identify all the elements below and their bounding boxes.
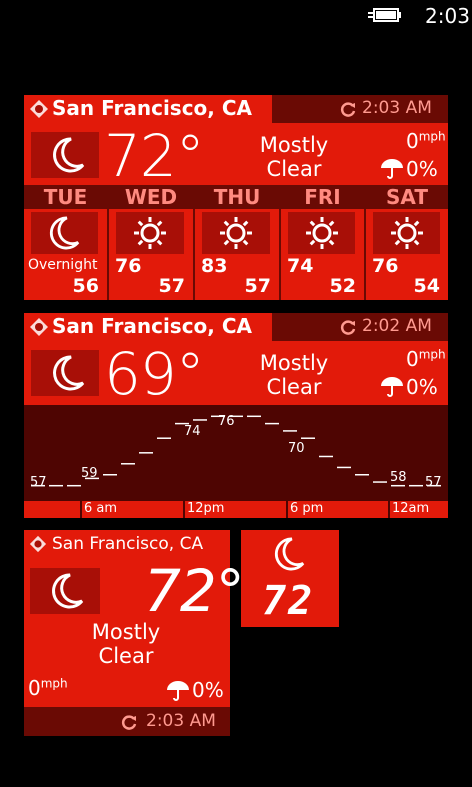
wind: 0mph [28,676,68,700]
time-tick: 12pm [187,501,225,516]
moon-icon [52,573,84,609]
location-icon [30,318,48,336]
sun-icon [391,217,423,249]
forecast-day[interactable]: SAT 76 54 [366,185,448,300]
day-high: 76 [115,255,142,277]
day-low: 57 [244,275,271,297]
updated-time: 2:03 AM [146,711,216,731]
chart-label: 57 [30,475,47,490]
day-low: 56 [72,275,99,297]
city-name: San Francisco, CA [52,314,253,338]
precip-chance: 0% [406,375,438,399]
condition: Mostly Clear [91,620,161,668]
sun-icon [134,217,166,249]
forecast-day[interactable]: THU 83 57 [195,185,279,300]
city-name: San Francisco, CA [52,96,253,120]
weather-tile-hourly[interactable]: San Francisco, CA 2:02 AM 69° Mostly Cle… [24,313,448,518]
umbrella-icon [381,377,403,397]
moon-icon [53,137,85,173]
status-time: 2:03 [425,4,470,28]
hourly-chart-svg [31,415,441,487]
hourly-chart: 57 59 74 76 70 58 57 [24,405,448,501]
day-high: 76 [372,255,399,277]
precip-chance: 0% [406,157,438,181]
battery-charging-icon [368,8,401,22]
refresh-icon [340,102,356,117]
day-icon-box [202,212,270,254]
updated-bar: 2:03 AM [272,95,448,123]
forecast-day[interactable]: TUE Overnight 56 [24,185,107,300]
day-high: 74 [287,255,314,277]
current-icon-box [31,132,99,178]
time-tick: 6 pm [290,501,324,516]
day-icon-box [31,212,98,254]
time-tick: 6 am [84,501,118,516]
chart-label: 70 [288,441,305,456]
forecast-strip: TUE Overnight 56 WED 76 57 THU 83 57 FRI… [24,185,448,300]
condition: Mostly Clear [259,351,329,399]
forecast-day[interactable]: WED 76 57 [109,185,193,300]
sun-icon [306,217,338,249]
time-tick: 12am [392,501,430,516]
condition: Mostly Clear [259,133,329,181]
chart-label: 59 [81,466,98,481]
day-high: 83 [201,255,228,277]
day-icon-box [373,212,440,254]
weather-tile-medium[interactable]: San Francisco, CA 72° Mostly Clear 0mph … [24,530,245,736]
umbrella-icon [381,159,403,179]
day-low: 57 [158,275,185,297]
updated-time: 2:03 AM [362,98,432,118]
day-low: 52 [329,275,356,297]
time-axis: 6 am 12pm 6 pm 12am [24,501,448,518]
umbrella-icon [167,681,189,701]
current-temperature: 69° [104,340,205,408]
chart-label: 58 [390,470,407,485]
chart-label: 76 [218,414,235,429]
day-icon-box [288,212,355,254]
chart-label: 74 [184,424,201,439]
current-icon-box [31,350,99,396]
current-temperature: 72° [104,122,205,190]
chart-label: 57 [425,475,442,490]
current-temperature: 72 [262,578,315,624]
wind: 0mph [406,347,446,371]
day-note: Overnight [28,257,98,273]
weather-tile-wide[interactable]: San Francisco, CA 2:03 AM 72° Mostly Cle… [24,95,448,300]
weather-tile-small[interactable]: 72 [241,530,339,627]
day-low: 54 [413,275,440,297]
precip-chance: 0% [192,678,224,702]
sun-icon [220,217,252,249]
current-icon-box [30,568,100,614]
updated-bar: 2:02 AM [272,313,448,341]
forecast-day[interactable]: FRI 74 52 [281,185,364,300]
location-icon [29,535,47,553]
refresh-icon [121,715,137,730]
city-name: San Francisco, CA [52,534,204,554]
wind: 0mph [406,129,446,153]
updated-time: 2:02 AM [362,316,432,336]
day-icon-box [116,212,184,254]
moon-icon [49,216,80,250]
refresh-icon [340,320,356,335]
moon-icon [274,537,305,571]
status-bar: 2:03 [0,0,472,32]
moon-icon [53,355,85,391]
current-temperature: 72° [144,557,245,625]
location-icon [30,100,48,118]
updated-bar: 2:03 AM [24,707,230,736]
